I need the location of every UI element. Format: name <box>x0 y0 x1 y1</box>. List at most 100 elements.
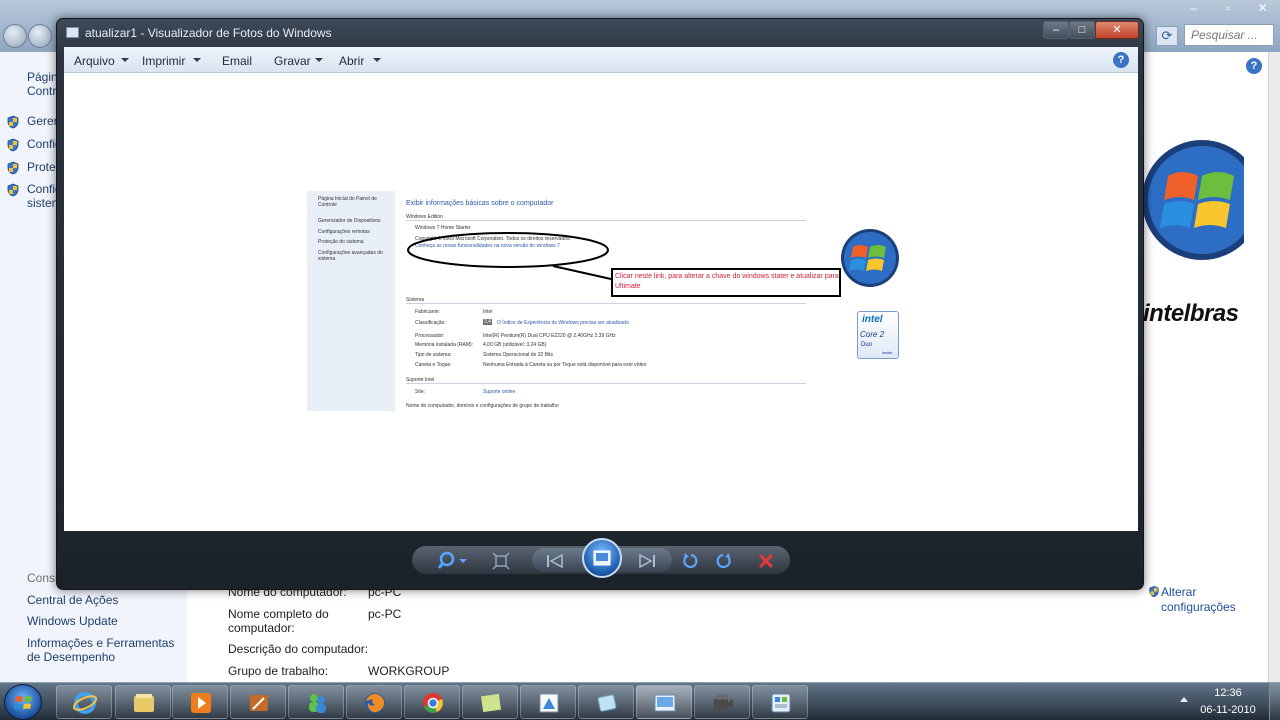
sidebar-home-line1: Págin <box>27 70 58 84</box>
callout-box: Clicar neste link, para alterar a chave … <box>611 268 841 297</box>
taskbar-firefox[interactable] <box>346 685 402 719</box>
refresh-button[interactable]: ⟳ <box>1156 26 1178 46</box>
photo-viewer-window: atualizar1 - Visualizador de Fotos do Wi… <box>56 18 1144 590</box>
menu-bar: Arquivo Imprimir Email Gravar Abrir <box>64 47 1138 73</box>
minimize-icon[interactable]: – <box>1176 0 1211 18</box>
image-system-label: Caneta e Toque: <box>415 362 452 368</box>
show-hidden-icons-icon[interactable] <box>1180 697 1188 702</box>
internet-explorer-icon <box>73 692 97 714</box>
menu-email[interactable]: Email <box>222 54 252 68</box>
menu-burn[interactable]: Gravar <box>274 54 311 68</box>
image-system-value: Intel <box>483 309 493 315</box>
workgroup-value: WORKGROUP <box>368 664 450 678</box>
taskbar-chrome[interactable] <box>404 685 460 719</box>
image-system-value: 4,00 GB (utilizável: 3,24 GB) <box>483 342 547 348</box>
sidebar-item-system-protection[interactable]: Prote <box>27 160 56 174</box>
control-panel-icon <box>771 693 791 713</box>
slideshow-button[interactable] <box>582 538 622 578</box>
taskbar-internet-explorer[interactable] <box>56 685 112 719</box>
sidebar-item-advanced-settings[interactable]: Config sistem <box>27 182 59 210</box>
notes-icon <box>480 693 502 713</box>
image-system-label: Fabricante: <box>415 309 441 315</box>
taskbar-paint[interactable] <box>520 685 576 719</box>
help-icon[interactable]: ? <box>1113 52 1129 68</box>
taskbar-media-player[interactable] <box>172 685 228 719</box>
taskbar-app-8[interactable] <box>462 685 518 719</box>
show-desktop-button[interactable] <box>1269 683 1280 720</box>
image-system-label: Classificação: <box>415 320 446 326</box>
windows-logo-icon <box>1142 140 1244 260</box>
maximize-button[interactable]: □ <box>1069 21 1095 39</box>
next-icon[interactable] <box>638 554 656 568</box>
image-system-label: Processador: <box>415 333 445 339</box>
taskbar-messenger[interactable] <box>288 685 344 719</box>
pencil-tool-icon <box>250 695 268 711</box>
image-system-label: Tipo de sistema: <box>415 352 452 358</box>
taskbar-app-10[interactable] <box>578 685 634 719</box>
search-input[interactable]: Pesquisar ... <box>1184 24 1274 46</box>
image-canvas[interactable]: Página Inicial do Painel de Controle Ger… <box>64 73 1138 531</box>
previous-icon[interactable] <box>546 554 564 568</box>
rotate-left-icon[interactable] <box>682 552 700 570</box>
photo-viewer-icon <box>654 694 676 712</box>
sidebar-home-link[interactable]: Págin Contr <box>27 70 58 98</box>
help-icon[interactable]: ? <box>1246 58 1262 74</box>
image-system-value: O Índice de Experiência do Windows preci… <box>497 320 629 326</box>
intel-core2-badge: intel Core 2 Duo inside <box>857 311 899 359</box>
paint-icon <box>539 693 559 713</box>
forward-button[interactable] <box>28 24 52 48</box>
minimize-button[interactable]: – <box>1043 21 1069 39</box>
windows-logo-icon <box>841 229 899 287</box>
taskbar <box>0 682 1280 720</box>
intel-brand: intel <box>862 314 883 325</box>
firefox-icon <box>365 693 385 713</box>
image-system-value: Intel(R) Pentium(R) Dual CPU E2220 @ 2.4… <box>483 333 616 339</box>
action-center-link[interactable]: Central de Ações <box>27 593 118 607</box>
actual-size-icon[interactable] <box>492 552 510 570</box>
sidebar-home-line2: Contr <box>27 84 57 98</box>
camera-icon <box>714 694 733 710</box>
clock-date: 06-11-2010 <box>1200 704 1256 716</box>
taskbar-control-panel[interactable] <box>752 685 808 719</box>
viewer-controls-bar <box>411 538 791 578</box>
taskbar-app-4[interactable] <box>230 685 286 719</box>
start-button[interactable] <box>4 684 42 720</box>
rotate-right-icon[interactable] <box>714 552 732 570</box>
chrome-icon <box>423 693 443 713</box>
chevron-down-icon <box>373 58 381 62</box>
shield-icon <box>7 161 19 175</box>
menu-file[interactable]: Arquivo <box>74 54 115 68</box>
callout-annotation <box>407 232 612 280</box>
maximize-icon[interactable]: ▫ <box>1211 0 1246 18</box>
window-title: atualizar1 - Visualizador de Fotos do Wi… <box>85 26 332 40</box>
taskbar-movie-maker[interactable] <box>694 685 750 719</box>
intel-tag: inside <box>882 350 893 355</box>
performance-tools-link[interactable]: Informações e Ferramentas de Desempenho <box>27 636 182 664</box>
back-button[interactable] <box>3 24 27 48</box>
scrollbar[interactable] <box>1268 52 1280 682</box>
taskbar-explorer[interactable] <box>115 685 171 719</box>
intel-product: Core 2 <box>860 330 885 339</box>
shield-icon <box>7 115 19 129</box>
divider <box>406 303 806 304</box>
taskbar-photo-viewer[interactable] <box>636 685 692 719</box>
system-clock[interactable]: 12:36 06-11-2010 <box>1188 686 1268 717</box>
close-button[interactable]: ✕ <box>1095 21 1139 39</box>
folder-icon <box>134 694 154 712</box>
media-player-icon <box>191 693 211 713</box>
close-icon[interactable]: ✕ <box>1245 0 1280 18</box>
image-system-value: Nenhuma Entrada à Caneta ou por Toque es… <box>483 362 647 368</box>
zoom-icon[interactable] <box>438 551 468 571</box>
change-settings-link[interactable]: Alterar configurações <box>1161 585 1251 615</box>
image-support-label: Site: <box>415 389 426 395</box>
chevron-down-icon <box>193 58 201 62</box>
delete-icon[interactable] <box>758 553 774 569</box>
menu-open[interactable]: Abrir <box>339 54 364 68</box>
image-system-value: Sistema Operacional de 32 Bits <box>483 352 554 358</box>
shield-icon <box>7 183 19 197</box>
callout-text: Clicar neste link, para alterar a chave … <box>615 273 839 290</box>
menu-print[interactable]: Imprimir <box>142 54 185 68</box>
intel-sub: Duo <box>861 342 873 348</box>
windows-update-link[interactable]: Windows Update <box>27 614 118 628</box>
shield-icon <box>7 138 19 152</box>
